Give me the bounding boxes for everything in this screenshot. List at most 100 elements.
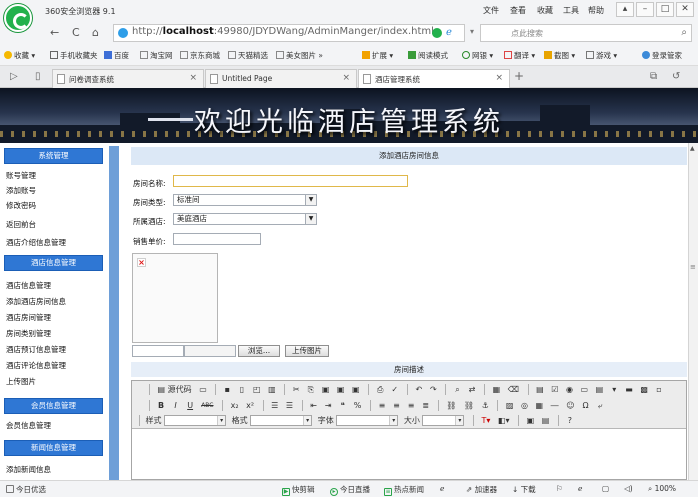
paste-icon[interactable]: ▣: [320, 384, 332, 396]
sidebar-item-add-news[interactable]: 添加新闻信息: [6, 464, 51, 475]
print-preview-icon[interactable]: ◰: [251, 384, 263, 396]
font-select[interactable]: ▾: [336, 415, 399, 426]
align-right-icon[interactable]: ≡: [406, 400, 417, 412]
status-news[interactable]: ≡ 热点新闻: [384, 484, 424, 496]
menu-tools[interactable]: 工具: [563, 5, 579, 16]
section-system[interactable]: 系统管理: [4, 148, 103, 164]
scroll-up-icon[interactable]: ▲: [690, 145, 695, 152]
back-icon[interactable]: ←: [50, 26, 59, 39]
screenshot[interactable]: 截图 ▾: [544, 50, 575, 61]
daily-picks[interactable]: 今日优选: [6, 484, 46, 495]
sidebar-toggle-icon[interactable]: ▷: [10, 71, 18, 82]
status-ie-icon[interactable]: ℯ: [440, 484, 444, 493]
hidden-field-icon[interactable]: ▫: [653, 384, 664, 396]
blockquote-icon[interactable]: ❝: [337, 400, 348, 412]
sidebar-item-room-manage[interactable]: 酒店房间管理: [6, 312, 51, 323]
flash-icon[interactable]: ◎: [519, 400, 530, 412]
sidebar-item-hotel-intro[interactable]: 酒店介绍信息管理: [6, 237, 66, 248]
numbered-list-icon[interactable]: ☰: [269, 400, 280, 412]
price-input[interactable]: [173, 233, 261, 245]
textfield-icon[interactable]: ▭: [579, 384, 591, 396]
anchor-icon[interactable]: ⚓: [480, 400, 491, 412]
sidebar-splitter[interactable]: [109, 146, 119, 480]
find-icon[interactable]: ⌕: [452, 384, 463, 396]
textarea-icon[interactable]: ▤: [594, 384, 606, 396]
status-fullscreen-icon[interactable]: ▢: [602, 484, 609, 493]
bold-icon[interactable]: B: [156, 400, 167, 412]
room-type-select[interactable]: 标准间 ▼: [173, 194, 317, 206]
status-download[interactable]: ↓ 下载: [512, 484, 536, 495]
menu-file[interactable]: 文件: [483, 5, 499, 16]
image-icon[interactable]: ▨: [504, 400, 516, 412]
tab-hotel-system[interactable]: 酒店管理系统 ×: [358, 69, 510, 88]
size-select[interactable]: ▾: [422, 415, 465, 426]
div-container-icon[interactable]: %: [352, 400, 364, 412]
bookmark-tmall[interactable]: 天猫精选: [228, 50, 268, 61]
online-banking[interactable]: 网银 ▾: [462, 50, 493, 61]
sidebar-item-add-account[interactable]: 添加账号: [6, 185, 36, 196]
status-video-editor[interactable]: ▶ 快剪辑: [282, 484, 315, 496]
undo-icon[interactable]: ↶: [413, 384, 424, 396]
status-ie-mode-icon[interactable]: ℯ: [578, 484, 582, 493]
close-tab-icon[interactable]: ×: [495, 73, 503, 83]
status-accelerator[interactable]: ⇗ 加速器: [466, 484, 497, 495]
horizontal-rule-icon[interactable]: ―: [549, 400, 561, 412]
format-select[interactable]: ▾: [250, 415, 313, 426]
bookmark-page-icon[interactable]: ▯: [35, 71, 41, 82]
file-path-input-2[interactable]: [184, 345, 236, 357]
smiley-icon[interactable]: ☺: [564, 400, 576, 412]
page-break-icon[interactable]: ⤶: [595, 400, 606, 412]
form-icon[interactable]: ▤: [534, 384, 546, 396]
status-live[interactable]: ▸ 今日直播: [330, 484, 370, 496]
home-icon[interactable]: ⌂: [92, 26, 99, 39]
button-field-icon[interactable]: ▬: [623, 384, 635, 396]
reading-mode[interactable]: 阅读模式: [408, 50, 448, 61]
link-icon[interactable]: ⛓: [444, 400, 458, 412]
reload-icon[interactable]: C: [72, 26, 80, 39]
style-select[interactable]: ▾: [164, 415, 227, 426]
underline-icon[interactable]: U: [185, 400, 196, 412]
search-box[interactable]: 点此搜索 ⌕: [480, 24, 692, 42]
templates-icon[interactable]: ▥: [266, 384, 278, 396]
new-tab-button[interactable]: +: [514, 69, 524, 83]
extension-menu[interactable]: 扩展 ▾: [362, 50, 393, 61]
sidebar-item-change-password[interactable]: 修改密码: [6, 200, 36, 211]
restore-tabs-icon[interactable]: ⧉: [650, 71, 657, 82]
games[interactable]: 游戏 ▾: [586, 50, 617, 61]
sidebar-item-booking[interactable]: 酒店预订信息管理: [6, 344, 66, 355]
bookmark-taobao[interactable]: 淘宝网: [140, 50, 173, 61]
background-color-icon[interactable]: ◧▾: [496, 415, 512, 427]
scroll-grip-icon[interactable]: ≡: [690, 263, 696, 271]
redo-icon[interactable]: ↷: [428, 384, 439, 396]
italic-icon[interactable]: I: [170, 400, 181, 412]
search-engine-dropdown-icon[interactable]: ▾: [470, 27, 474, 36]
text-color-icon[interactable]: T▾: [479, 415, 492, 427]
status-sound-icon[interactable]: ◁): [624, 484, 633, 493]
select-all-icon[interactable]: ▦: [491, 384, 503, 396]
indent-icon[interactable]: ⇥: [323, 400, 334, 412]
align-left-icon[interactable]: ≡: [376, 400, 387, 412]
url-text[interactable]: http://localhost:49980/JDYDWang/AdminMan…: [132, 26, 434, 37]
browse-button[interactable]: 浏览...: [238, 345, 280, 357]
radio-icon[interactable]: ◉: [564, 384, 575, 396]
sidebar-item-member-manage[interactable]: 会员信息管理: [6, 420, 51, 431]
status-flag-icon[interactable]: ⚐: [556, 484, 563, 493]
menu-favorites[interactable]: 收藏: [537, 5, 553, 16]
ie-mode-icon[interactable]: ℯ: [446, 27, 452, 38]
image-button-icon[interactable]: ▩: [638, 384, 650, 396]
bookmark-images[interactable]: 美女图片 »: [276, 50, 323, 61]
preview-icon[interactable]: ▭: [197, 384, 209, 396]
section-member[interactable]: 会员信息管理: [4, 398, 103, 414]
skin-icon[interactable]: ▴: [616, 2, 634, 17]
print-icon[interactable]: ⎙: [375, 384, 386, 396]
source-code-button[interactable]: ▤ 源代码: [156, 384, 194, 396]
sidebar-item-add-room[interactable]: 添加酒店房间信息: [6, 296, 66, 307]
bullet-list-icon[interactable]: ☰: [284, 400, 295, 412]
copy-icon[interactable]: ⎘: [305, 384, 316, 396]
select-field-icon[interactable]: ▾: [609, 384, 620, 396]
maximize-icon[interactable]: □: [656, 2, 674, 17]
bookmark-favorites[interactable]: 收藏 ▾: [4, 50, 35, 61]
minimize-icon[interactable]: –: [636, 2, 654, 17]
replace-icon[interactable]: ⇄: [467, 384, 478, 396]
unlink-icon[interactable]: ⛓: [462, 400, 476, 412]
